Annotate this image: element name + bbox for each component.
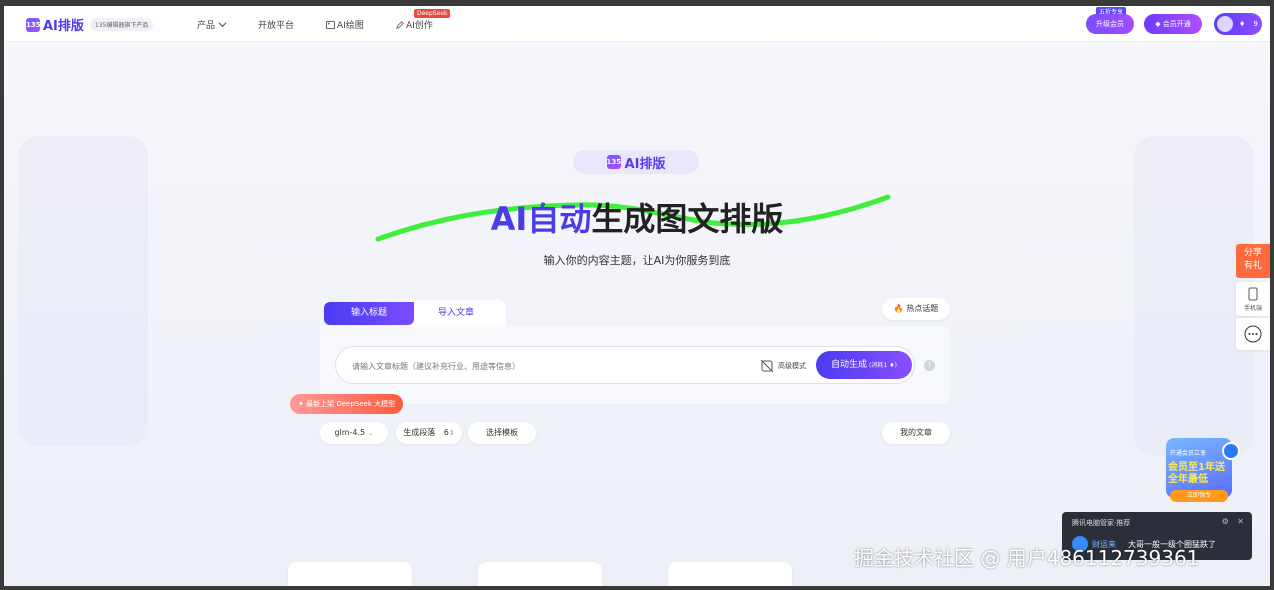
top-navbar: 135 AI排版 135编辑器旗下产品 产品 开放平台 AI绘图 AI创作 De… — [4, 6, 1270, 42]
mobile-label: 手机端 — [1243, 305, 1262, 312]
help-icon[interactable]: ? — [924, 360, 935, 371]
tab-input-title[interactable]: 输入标题 — [324, 302, 414, 325]
logo-subtitle: 135编辑器旗下产品 — [89, 18, 154, 31]
hot-topics-label: 热点话题 — [906, 304, 939, 313]
vip-button-label: 会员开通 — [1162, 20, 1191, 28]
avatar — [1217, 16, 1233, 32]
user-menu[interactable]: ♦ 9 — [1214, 13, 1262, 35]
close-icon[interactable]: ✕ — [1237, 517, 1244, 526]
paragraphs-stepper[interactable]: 生成段落 6⇕ — [396, 422, 462, 444]
title-input-box: 高级模式 自动生成(消耗1♦) — [335, 346, 915, 384]
my-articles-button[interactable]: 我的文章 — [882, 422, 950, 444]
settings-icon[interactable]: ⚙ — [1222, 517, 1229, 526]
fire-icon: 🔥 — [893, 304, 904, 313]
nav-open-platform-label: 开放平台 — [258, 21, 295, 31]
advanced-mode-label[interactable]: 高级模式 — [778, 361, 806, 371]
hero-badge-label: AI排版 — [624, 156, 666, 172]
notice-controls[interactable]: ⚙ ✕ — [1222, 517, 1244, 526]
logo-mark: 135 — [26, 17, 41, 32]
diamond-icon: ◆ — [1155, 20, 1163, 28]
vip-promo-card[interactable]: 开通会员立享 会员至1年送 全年最低 立即领专 — [1156, 432, 1236, 502]
chevron-down-icon — [218, 22, 227, 28]
sparkle-icon: ✦ — [298, 400, 307, 408]
model-select[interactable]: glm-4.5 ⌄ — [320, 422, 388, 444]
share-line2: 有礼 — [1243, 261, 1262, 271]
nav-open-platform[interactable]: 开放平台 — [258, 18, 294, 31]
share-line1: 分享 — [1243, 248, 1262, 258]
upgrade-button[interactable]: 升级会员 — [1086, 14, 1134, 34]
watermark: 掘金技术社区 @ 用户486112739361 — [854, 546, 1200, 570]
paragraphs-label: 生成段落 — [403, 428, 436, 437]
promo-line3: 全年最低 — [1168, 474, 1208, 485]
auto-generate-label: 自动生成 — [831, 360, 868, 370]
vip-button[interactable]: ◆ 会员开通 — [1144, 14, 1202, 34]
phone-icon — [1248, 287, 1258, 301]
nav-product-label: 产品 — [197, 21, 216, 31]
bg-decoration-left — [18, 136, 148, 446]
stepper-arrows-icon: ⇕ — [448, 429, 455, 437]
hero-badge: 135 AI排版 — [573, 150, 699, 174]
choose-template-button[interactable]: 选择模板 — [468, 422, 536, 444]
logo-text: AI排版 — [43, 19, 84, 34]
chevron-down-icon: ⌄ — [367, 429, 374, 437]
advanced-mode-icon[interactable] — [760, 359, 774, 373]
user-count: 9 — [1253, 20, 1258, 28]
feature-card-2[interactable] — [478, 562, 602, 586]
hero-subtitle: 输入你的内容主题，让AI为你服务到底 — [543, 254, 731, 267]
promo-claim-button[interactable]: 立即领专 — [1170, 490, 1228, 502]
diamond-count: ♦ 9 — [1239, 20, 1258, 28]
feature-card-3[interactable] — [668, 562, 792, 586]
tab-import-article[interactable]: 导入文章 — [406, 300, 506, 327]
hero-title-accent: AI自动 — [490, 200, 592, 238]
nav-product[interactable]: 产品 — [197, 18, 229, 31]
hot-topics-button[interactable]: 🔥 热点话题 — [882, 298, 950, 320]
nav-ai-draw-label: AI绘图 — [337, 21, 364, 31]
deepseek-badge: DeepSeek — [414, 9, 451, 18]
more-button[interactable] — [1236, 318, 1270, 350]
deepseek-promo-label: 最新上架 DeepSeek 大模型 — [306, 400, 396, 408]
feature-card-1[interactable] — [288, 562, 412, 586]
generate-cost: (消耗1 — [869, 362, 888, 369]
model-value: glm-4.5 — [334, 428, 366, 437]
hero-logo-mark: 135 — [606, 155, 621, 169]
pen-icon — [396, 20, 404, 29]
hero-title-rest: 生成图文排版 — [591, 200, 784, 238]
hero-title: AI自动生成图文排版 — [4, 194, 1270, 240]
share-gift-button[interactable]: 分享 有礼 — [1236, 244, 1270, 278]
logo[interactable]: 135 AI排版 135编辑器旗下产品 — [26, 15, 154, 34]
title-input[interactable] — [352, 358, 752, 374]
mobile-button[interactable]: 手机端 — [1236, 282, 1270, 316]
chat-icon[interactable] — [1222, 442, 1240, 460]
nav-ai-draw[interactable]: AI绘图 — [326, 18, 364, 31]
deepseek-promo-tag: ✦ 最新上架 DeepSeek 大模型 — [290, 394, 404, 414]
image-icon — [326, 20, 335, 29]
page-frame: 135 AI排版 135编辑器旗下产品 产品 开放平台 AI绘图 AI创作 De… — [4, 6, 1270, 586]
notice-head: 腾讯电脑管家·推荐 — [1072, 519, 1131, 527]
promo-line1: 开通会员立享 — [1170, 450, 1207, 457]
nav-ai-create-label: AI创作 — [406, 21, 433, 31]
diamond-icon: ♦) — [889, 362, 897, 369]
auto-generate-button[interactable]: 自动生成 (消耗1 ♦) — [816, 351, 912, 379]
more-icon — [1244, 325, 1262, 343]
nav-ai-create[interactable]: AI创作 — [396, 18, 433, 31]
